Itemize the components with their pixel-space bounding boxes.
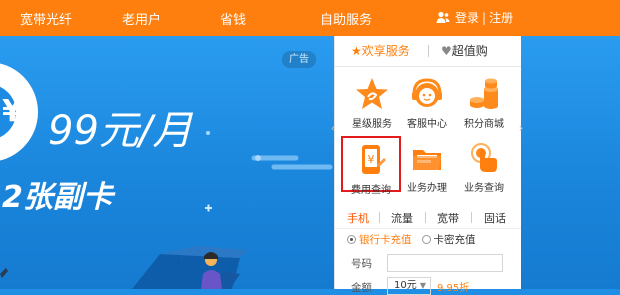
discount-text: 9.95折 xyxy=(437,283,470,294)
service-customer-center[interactable]: 客服中心 xyxy=(397,76,457,130)
subtab-broadband[interactable]: 宽带 xyxy=(437,210,459,226)
service-label: 业务查询 xyxy=(464,183,504,194)
chevron-down-icon: ▼ xyxy=(419,281,426,290)
subtab-data[interactable]: 流量 xyxy=(391,210,413,226)
headset-icon xyxy=(412,78,442,107)
recharge-subtabs: 手机 流量 宽带 固话 xyxy=(335,206,521,229)
heart-icon: ♥ xyxy=(441,44,452,58)
bill-phone-icon: ¥ xyxy=(362,145,386,174)
card-pin-option-label[interactable]: 卡密充值 xyxy=(434,232,476,247)
login-link[interactable]: 登录 xyxy=(455,9,479,26)
next-arrow-icon[interactable]: › xyxy=(517,120,525,136)
tab-super-value[interactable]: ♥超值购 xyxy=(441,36,488,66)
phone-number-input[interactable] xyxy=(387,254,503,272)
decorative-streaks xyxy=(0,131,333,289)
folder-icon xyxy=(413,150,441,170)
service-star[interactable]: 星级服务 xyxy=(342,76,402,130)
star-service-icon xyxy=(356,78,388,109)
number-label: 号码 xyxy=(351,258,372,270)
service-business-handle[interactable]: 业务办理 xyxy=(397,140,457,194)
service-label: 费用查询 xyxy=(351,185,391,196)
amount-select[interactable]: 10元 ▼ xyxy=(387,277,431,295)
nav-item-self-service[interactable]: 自助服务 xyxy=(320,9,372,28)
service-label: 业务办理 xyxy=(407,183,447,194)
prev-arrow-icon[interactable]: ‹ xyxy=(329,120,337,136)
nav-item-existing-users[interactable]: 老用户 xyxy=(122,9,161,28)
panel-tabs: ★欢享服务 ♥超值购 xyxy=(335,36,521,67)
amount-label: 金额 xyxy=(351,282,372,294)
service-panel: ★欢享服务 ♥超值购 ‹ › 星级服务 客服中心 积分商城 ¥ 费用查询 业务办… xyxy=(331,36,523,295)
user-icon xyxy=(436,11,450,23)
service-points-mall[interactable]: 积分商城 xyxy=(454,76,514,130)
register-link[interactable]: 注册 xyxy=(489,9,513,26)
subtab-mobile[interactable]: 手机 xyxy=(347,210,369,226)
login-area: 登录 | 注册 xyxy=(436,9,513,26)
service-label: 客服中心 xyxy=(407,119,447,130)
subtab-landline[interactable]: 固话 xyxy=(484,210,506,226)
service-label: 积分商城 xyxy=(464,119,504,130)
coins-icon xyxy=(470,78,498,109)
promo-banner[interactable]: 广告 ¥ 99元/月 2张副卡 xyxy=(0,36,620,289)
bank-card-option-label[interactable]: 银行卡充值 xyxy=(359,232,412,247)
bank-card-radio[interactable] xyxy=(347,235,356,244)
service-label: 星级服务 xyxy=(352,119,392,130)
nav-item-save-money[interactable]: 省钱 xyxy=(220,9,246,28)
recharge-method: 银行卡充值 卡密充值 xyxy=(347,232,476,247)
tab-premium-service[interactable]: ★欢享服务 xyxy=(351,36,410,66)
nav-item-broadband[interactable]: 宽带光纤 xyxy=(20,9,72,28)
svg-text:¥: ¥ xyxy=(368,153,375,166)
touch-icon xyxy=(471,143,497,172)
top-navigation-bar: 宽带光纤 老用户 省钱 自助服务 登录 | 注册 xyxy=(0,0,620,36)
service-bill-query[interactable]: ¥ 费用查询 xyxy=(341,136,401,196)
service-business-query[interactable]: 业务查询 xyxy=(454,140,514,194)
login-separator: | xyxy=(482,10,487,25)
card-pin-radio[interactable] xyxy=(421,235,431,244)
star-icon: ★ xyxy=(351,44,362,58)
